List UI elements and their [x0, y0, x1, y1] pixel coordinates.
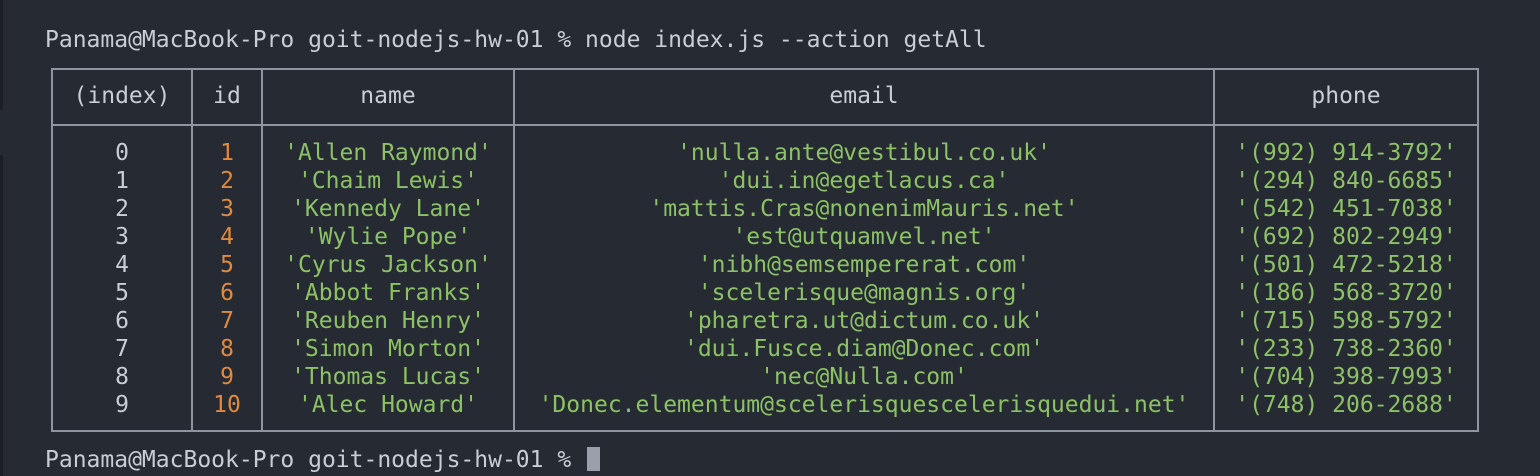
table-cell-index: 7: [115, 336, 129, 362]
table-cell-phone: '(233) 738-2360': [1235, 336, 1457, 362]
table-cell-phone: '(186) 568-3720': [1235, 280, 1457, 306]
table-cell-id: 1: [220, 140, 234, 166]
table-cell-index: 9: [115, 392, 129, 418]
window-edge-marker: [0, 0, 3, 110]
table-cell-id: 2: [220, 168, 234, 194]
header-email: email: [829, 83, 899, 109]
table-cell-name: 'Thomas Lucas': [291, 364, 485, 390]
table-cell-email: 'mattis.Cras@nonenimMauris.net': [649, 196, 1079, 222]
table-cell-phone: '(748) 206-2688': [1235, 392, 1457, 418]
table-cell-phone: '(715) 598-5792': [1235, 308, 1457, 334]
table-cell-index: 6: [115, 308, 129, 334]
table-cell-email: 'dui.in@egetlacus.ca': [718, 168, 1010, 194]
command-line: Panama@MacBook-Pro goit-nodejs-hw-01 % n…: [45, 27, 987, 53]
header-index: (index): [73, 83, 171, 109]
table-cell-index: 0: [115, 140, 129, 166]
table-cell-id: 10: [213, 392, 241, 418]
shell-prompt[interactable]: Panama@MacBook-Pro goit-nodejs-hw-01 %: [45, 446, 601, 474]
column-phone: phone '(992) 914-3792' '(294) 840-6685' '(…: [1215, 70, 1477, 430]
table-cell-id: 9: [220, 364, 234, 390]
table-cell-id: 3: [220, 196, 234, 222]
header-id: id: [213, 83, 241, 109]
table-cell-name: 'Simon Morton': [291, 336, 485, 362]
table-cell-id: 6: [220, 280, 234, 306]
column-name: name 'Allen Raymond' 'Chaim Lewis' 'Kenned…: [263, 70, 513, 430]
column-id: id 1 2 3 4 5 6 7 8 9 10: [193, 70, 261, 430]
table-cell-phone: '(992) 914-3792': [1235, 140, 1457, 166]
table-cell-id: 8: [220, 336, 234, 362]
table-cell-index: 8: [115, 364, 129, 390]
table-cell-email: 'pharetra.ut@dictum.co.uk': [683, 308, 1045, 334]
table-cell-name: 'Wylie Pope': [304, 224, 472, 250]
text-cursor: [587, 447, 601, 471]
table-cell-name: 'Reuben Henry': [291, 308, 485, 334]
table-cell-id: 7: [220, 308, 234, 334]
table-cell-phone: '(704) 398-7993': [1235, 364, 1457, 390]
table-cell-index: 2: [115, 196, 129, 222]
column-index: (index) 0123456789: [53, 70, 191, 430]
table-cell-index: 1: [115, 168, 129, 194]
table-cell-index: 5: [115, 280, 129, 306]
table-cell-name: 'Abbot Franks': [291, 280, 485, 306]
table-cell-email: 'nibh@semsempererat.com': [697, 252, 1031, 278]
table-cell-email: 'nec@Nulla.com': [760, 364, 968, 390]
window-edge-marker: [0, 155, 3, 476]
prompt-text: Panama@MacBook-Pro goit-nodejs-hw-01 %: [45, 447, 586, 473]
table-cell-email: 'scelerisque@magnis.org': [697, 280, 1031, 306]
table-cell-index: 3: [115, 224, 129, 250]
column-email: email 'nulla.ante@vestibul.co.uk''dui.in…: [515, 70, 1213, 430]
table-cell-name: 'Chaim Lewis': [297, 168, 478, 194]
table-cell-email: 'nulla.ante@vestibul.co.uk': [677, 140, 1051, 166]
table-cell-phone: '(542) 451-7038': [1235, 196, 1457, 222]
table-cell-name: 'Alec Howard': [297, 392, 478, 418]
table-cell-email: 'Donec.elementum@scelerisquescelerisqued…: [538, 392, 1190, 418]
table-cell-name: 'Allen Raymond': [284, 140, 492, 166]
table-cell-id: 4: [220, 224, 234, 250]
table-cell-name: 'Cyrus Jackson': [284, 252, 492, 278]
table-cell-phone: '(294) 840-6685': [1235, 168, 1457, 194]
table-cell-email: 'dui.Fusce.diam@Donec.com': [683, 336, 1045, 362]
table-cell-phone: '(692) 802-2949': [1235, 224, 1457, 250]
table-cell-phone: '(501) 472-5218': [1235, 252, 1457, 278]
table-cell-name: 'Kennedy Lane': [291, 196, 485, 222]
table-cell-email: 'est@utquamvel.net': [732, 224, 996, 250]
console-table: (index) 0123456789 id 1 2 3 4 5 6 7 8 9 10 name '…: [51, 68, 1479, 432]
table-cell-id: 5: [220, 252, 234, 278]
header-phone: phone: [1311, 83, 1381, 109]
table-cell-index: 4: [115, 252, 129, 278]
header-name: name: [360, 83, 416, 109]
